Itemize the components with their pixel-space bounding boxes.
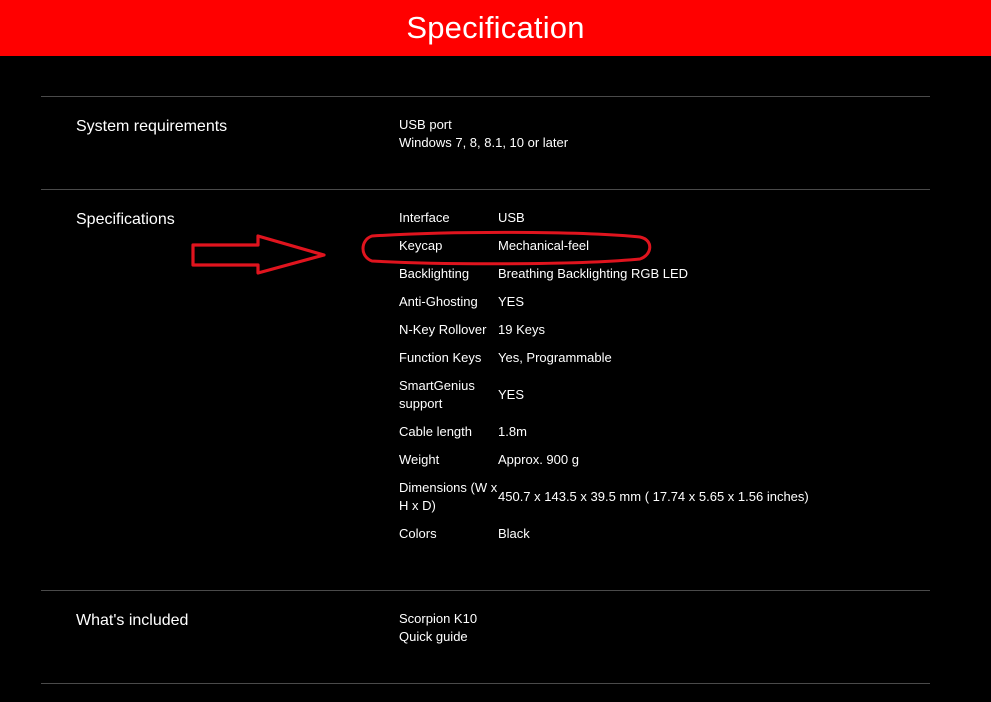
page-header: Specification (0, 0, 991, 56)
spec-value: Mechanical-feel (498, 238, 590, 253)
spec-key: SmartGenius support (399, 378, 475, 411)
spec-value: YES (498, 387, 525, 402)
divider (41, 96, 930, 97)
spec-value: 1.8m (498, 424, 527, 439)
section-title-specifications: Specifications (76, 211, 175, 228)
arrow-right-icon (191, 234, 326, 275)
divider (41, 590, 930, 591)
spec-row-weight: Weight Approx. 900 g (399, 451, 919, 469)
spec-key: Cable length (399, 424, 472, 439)
spec-key: Colors (399, 526, 437, 541)
spec-value: Yes, Programmable (498, 350, 612, 365)
spec-row-n-key-rollover: N-Key Rollover 19 Keys (399, 321, 919, 339)
spec-value: 19 Keys (498, 322, 545, 337)
list-item: Quick guide (399, 629, 468, 644)
spec-row-colors: Colors Black (399, 525, 919, 543)
spec-row-keycap: Keycap Mechanical-feel (399, 237, 919, 255)
spec-key: N-Key Rollover (399, 322, 487, 337)
list-item: USB port (399, 117, 452, 132)
spec-row-backlighting: Backlighting Breathing Backlighting RGB … (399, 265, 919, 283)
section-title-system-requirements: System requirements (76, 118, 228, 135)
spec-key: Backlighting (399, 266, 470, 281)
spec-row-anti-ghosting: Anti-Ghosting YES (399, 293, 919, 311)
spec-key: Anti-Ghosting (399, 294, 478, 309)
spec-row-interface: Interface USB (399, 209, 919, 227)
spec-key: Function Keys (399, 350, 482, 365)
spec-row-function-keys: Function Keys Yes, Programmable (399, 349, 919, 367)
spec-key: Dimensions (W x H x D) (399, 480, 498, 513)
list-item: Scorpion K10 (399, 611, 478, 626)
spec-key: Keycap (399, 238, 443, 253)
spec-key: Interface (399, 210, 450, 225)
page-title: Specification (406, 10, 585, 45)
spec-value: YES (498, 294, 525, 309)
spec-row-smartgenius-support: SmartGenius support YES (399, 377, 919, 413)
spec-row-cable-length: Cable length 1.8m (399, 423, 919, 441)
divider (41, 189, 930, 190)
spec-value: 450.7 x 143.5 x 39.5 mm ( 17.74 x 5.65 x… (498, 489, 809, 504)
spec-row-dimensions: Dimensions (W x H x D) 450.7 x 143.5 x 3… (399, 479, 919, 515)
spec-value: Approx. 900 g (498, 452, 579, 467)
divider (41, 683, 930, 684)
whats-included-list: Scorpion K10 Quick guide (399, 610, 477, 646)
spec-value: USB (498, 210, 525, 225)
spec-value: Breathing Backlighting RGB LED (498, 266, 689, 281)
spec-key: Weight (399, 452, 440, 467)
list-item: Windows 7, 8, 8.1, 10 or later (399, 135, 569, 150)
section-title-whats-included: What's included (76, 612, 189, 629)
system-requirements-list: USB port Windows 7, 8, 8.1, 10 or later (399, 116, 568, 152)
spec-value: Black (498, 526, 530, 541)
